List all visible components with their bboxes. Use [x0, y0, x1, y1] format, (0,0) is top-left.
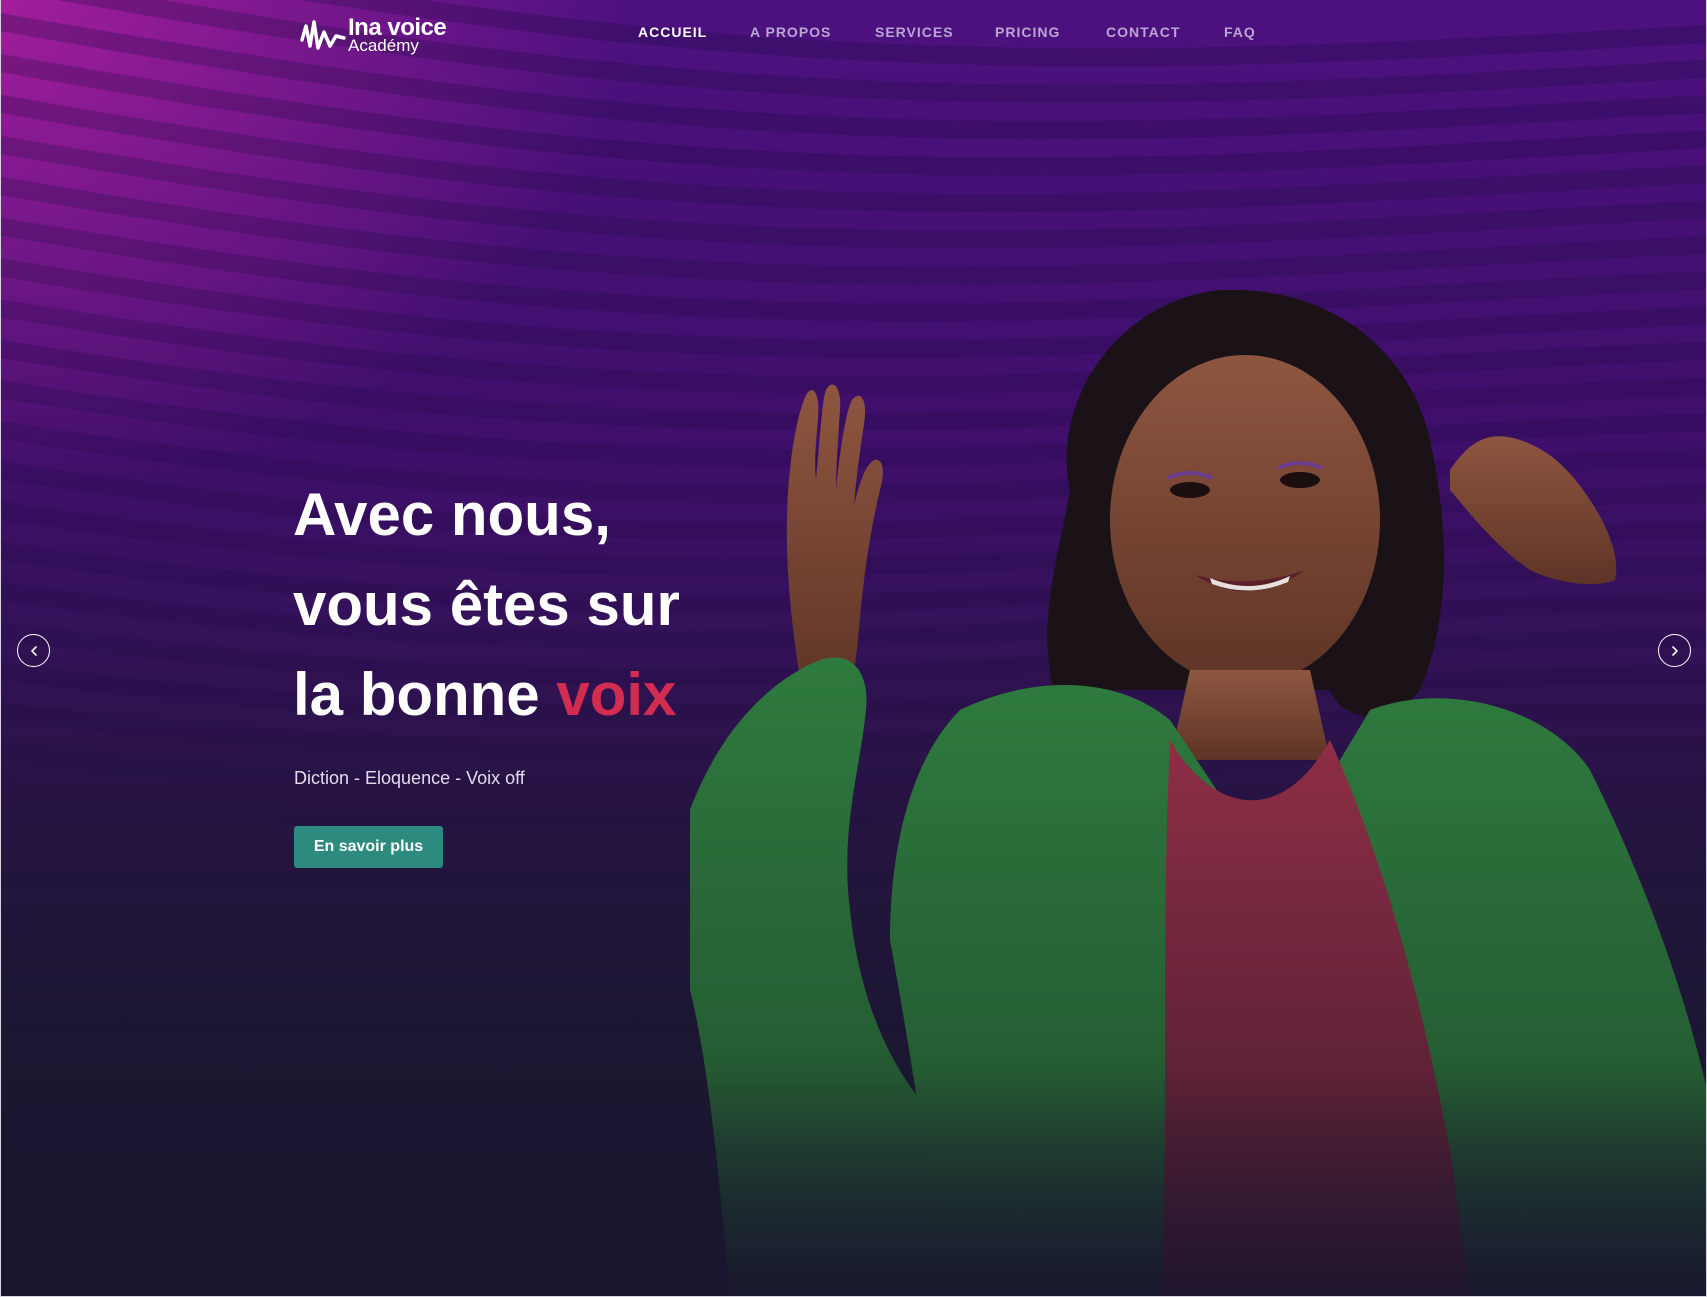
carousel-next-button[interactable] [1658, 634, 1691, 667]
page: Ina voice Académy ACCUEIL A PROPOS SERVI… [0, 0, 1707, 1297]
hero-section: Ina voice Académy ACCUEIL A PROPOS SERVI… [0, 0, 1707, 1297]
chevron-left-icon [30, 645, 37, 656]
headline-line-3: la bonne voix [293, 650, 813, 740]
headline-line-2: vous êtes sur [293, 571, 680, 638]
brand-logo[interactable]: Ina voice Académy [300, 14, 450, 58]
nav-item-contact[interactable]: CONTACT [1106, 24, 1180, 40]
nav-item-faq[interactable]: FAQ [1224, 24, 1256, 40]
chevron-right-icon [1671, 645, 1678, 656]
window-edge-left [0, 0, 1, 1297]
nav-item-pricing[interactable]: PRICING [995, 24, 1060, 40]
soundwave-logo-icon [300, 20, 346, 50]
headline-line-1: Avec nous, [293, 481, 611, 548]
headline-accent-word: voix [556, 661, 677, 728]
site-header: Ina voice Académy ACCUEIL A PROPOS SERVI… [0, 0, 1707, 70]
brand-name-line2: Académy [348, 36, 419, 55]
nav-item-a-propos[interactable]: A PROPOS [750, 24, 831, 40]
nav-item-accueil[interactable]: ACCUEIL [638, 24, 707, 40]
nav-item-services[interactable]: SERVICES [875, 24, 954, 40]
hero-portrait-woman [690, 290, 1707, 1297]
hero-subtitle: Diction - Eloquence - Voix off [294, 768, 525, 788]
hero-headline: Avec nous, vous êtes sur la bonne voix [293, 470, 813, 740]
learn-more-button[interactable]: En savoir plus [294, 826, 443, 868]
headline-line-3-prefix: la bonne [293, 661, 557, 728]
carousel-prev-button[interactable] [17, 634, 50, 667]
